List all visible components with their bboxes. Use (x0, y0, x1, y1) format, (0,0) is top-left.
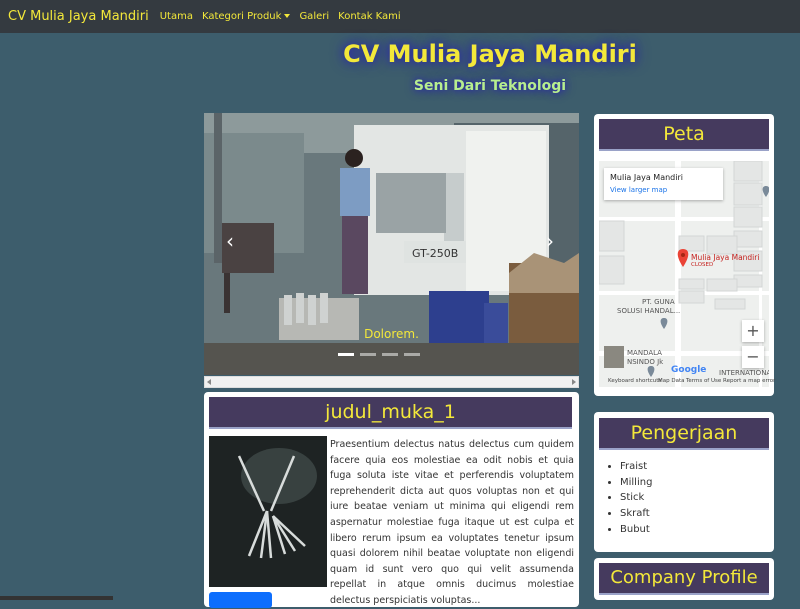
article-body: Praesentium delectus natus delectus cum … (330, 439, 574, 606)
scroll-left-icon[interactable] (207, 379, 211, 385)
map-poi-1b: SOLUSI HANDAL... (617, 307, 681, 315)
map-footer-data[interactable]: Map Data (658, 378, 685, 384)
carousel-prev-button[interactable]: ‹ (220, 231, 240, 251)
nav-link-utama[interactable]: Utama (160, 11, 193, 22)
view-larger-map-link[interactable]: View larger map (610, 186, 667, 194)
company-profile-title: Company Profile (599, 563, 769, 595)
map-footer-shortcuts[interactable]: Keyboard shortcuts (608, 378, 661, 384)
pengerjaan-list: Fraist Milling Stick Skraft Bubut (606, 459, 652, 538)
list-item: Milling (620, 475, 652, 491)
brand-link[interactable]: CV Mulia Jaya Mandiri (8, 9, 149, 24)
status-bar (0, 596, 113, 600)
map-poi-2b: NSINDO Jk (627, 358, 664, 366)
nav-dropdown-label: Kategori Produk (201, 11, 282, 22)
list-item: Stick (620, 490, 652, 506)
google-logo: Google (671, 365, 707, 375)
carousel-scrollbar[interactable] (204, 376, 579, 388)
map-poi-3: INTERNATIONA (719, 369, 769, 377)
hero-subtitle: Seni Dari Teknologi (413, 78, 567, 94)
map-place-card: Mulia Jaya Mandiri View larger map (604, 168, 723, 200)
map-pin-label: Mulia Jaya Mandiri (691, 253, 760, 262)
carousel-next-button[interactable]: › (540, 231, 560, 251)
navbar: CV Mulia Jaya Mandiri Utama Kategori Pro… (0, 0, 800, 33)
image-carousel[interactable]: GT-250B ‹ › Dolorem. (204, 113, 579, 375)
caret-down-icon (284, 14, 291, 18)
carousel-caption: Dolorem. (364, 327, 419, 341)
nav-link-kontak[interactable]: Kontak Kami (338, 11, 401, 22)
read-more-button[interactable] (209, 592, 272, 608)
pengerjaan-title: Pengerjaan (599, 418, 769, 450)
article-title[interactable]: judul_muka_1 (209, 397, 572, 429)
forks-photo (209, 436, 327, 587)
nav-dropdown-kategori[interactable]: Kategori Produk (201, 11, 291, 22)
machine-label: GT-250B (412, 247, 458, 260)
map-card-title: Peta (599, 119, 769, 151)
hero-title: CV Mulia Jaya Mandiri (343, 40, 637, 68)
map-place-name: Mulia Jaya Mandiri (610, 173, 683, 182)
nav-link-galeri[interactable]: Galeri (299, 11, 329, 22)
map-poi-1: PT. GUNA (642, 298, 675, 306)
scroll-right-icon[interactable] (572, 379, 576, 385)
map-zoom-out-button[interactable]: − (742, 346, 764, 368)
company-profile-card: Company Profile (594, 558, 774, 600)
carousel-indicator-3[interactable] (382, 353, 398, 356)
list-item: Bubut (620, 522, 652, 538)
carousel-indicator-4[interactable] (404, 353, 420, 356)
map-footer-terms[interactable]: Terms of Use (686, 378, 721, 384)
carousel-indicator-1[interactable] (338, 353, 354, 356)
map-poi-2: MANDALA (627, 349, 662, 357)
carousel-indicator-2[interactable] (360, 353, 376, 356)
list-item: Skraft (620, 506, 652, 522)
map-footer-report[interactable]: Report a map error (723, 378, 775, 384)
list-item: Fraist (620, 459, 652, 475)
map-pin-status: CLOSED (691, 262, 714, 268)
map-zoom-in-button[interactable]: + (742, 320, 764, 342)
